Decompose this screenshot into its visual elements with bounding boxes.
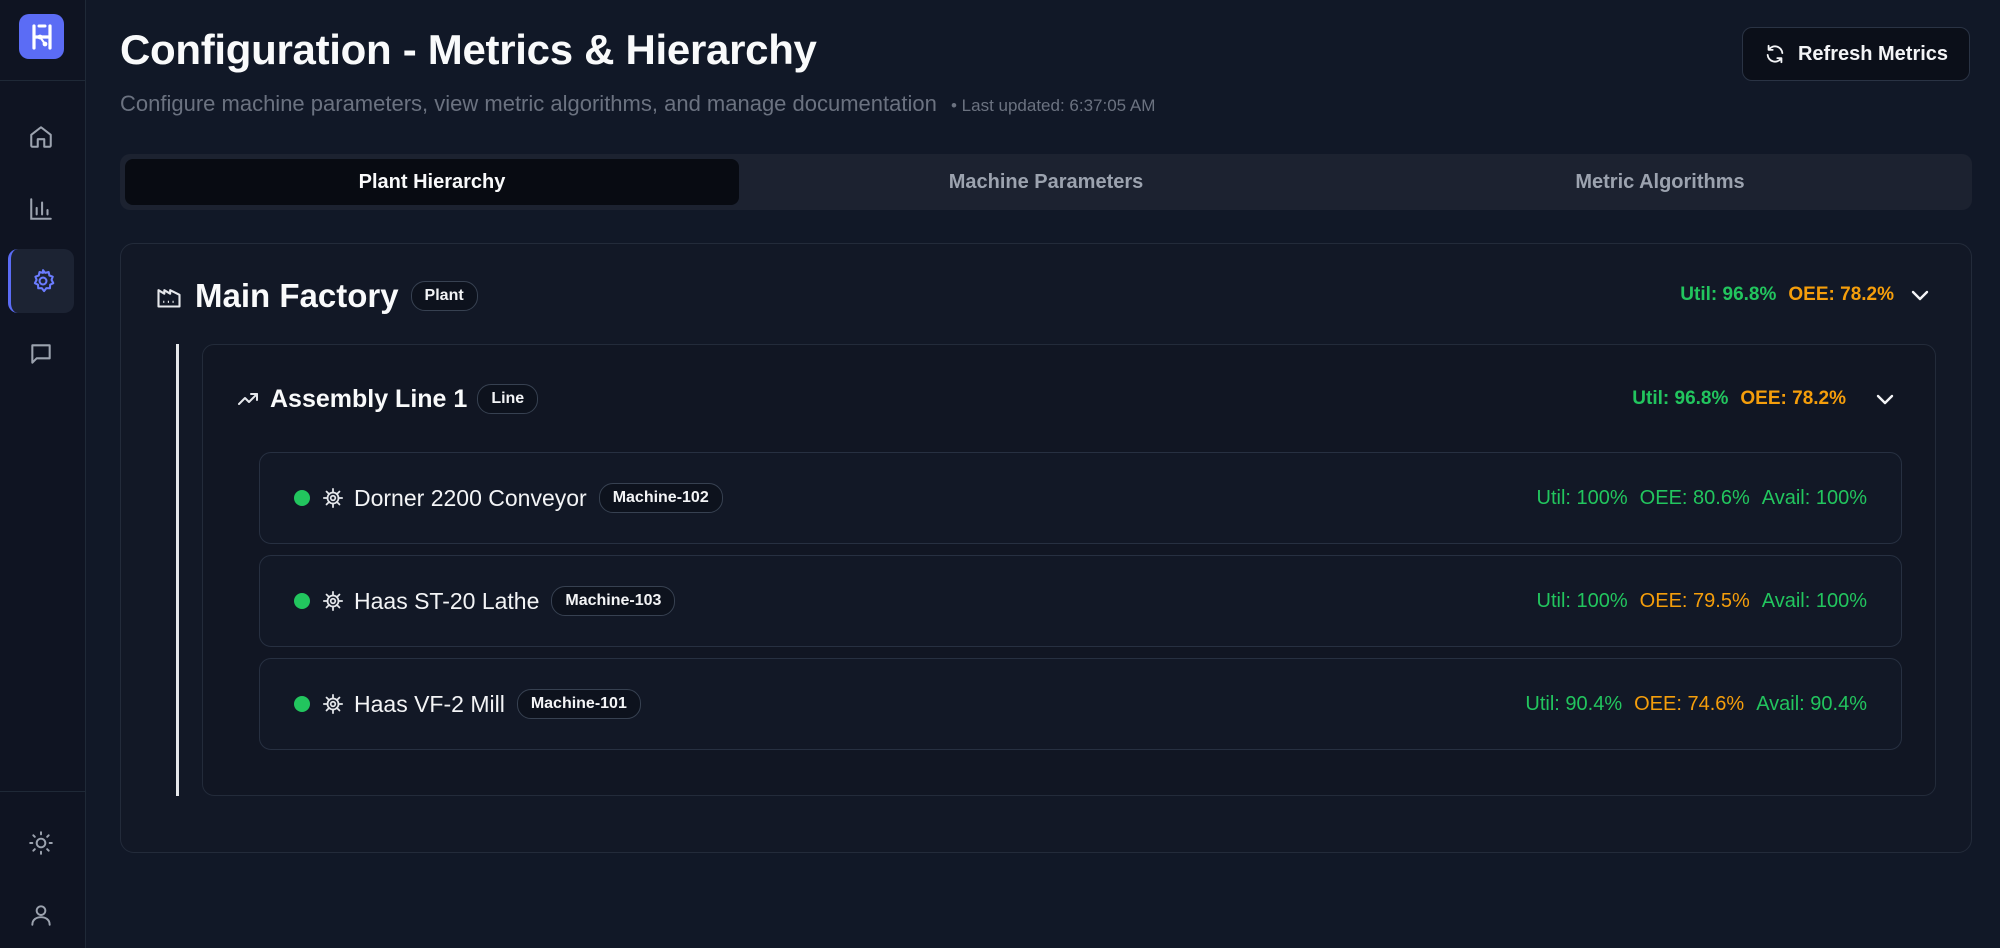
tab-plant-hierarchy[interactable]: Plant Hierarchy [125,159,739,205]
machine-id-badge: Machine-103 [551,586,676,616]
hierarchy-connector [176,344,179,796]
machine-name: Haas ST-20 Lathe [354,587,540,614]
machine-util: Util: 100% [1536,486,1628,509]
last-updated: • Last updated: 6:37:05 AM [950,96,1156,115]
sidebar-item-configuration[interactable] [8,249,74,313]
h-logo-icon [31,23,52,50]
chevron-down-icon[interactable] [1908,283,1932,307]
status-indicator [294,490,310,506]
gear-icon [33,269,54,293]
machine-name: Haas VF-2 Mill [354,690,505,717]
sidebar [0,0,86,948]
tab-bar: Plant Hierarchy Machine Parameters Metri… [120,154,1972,210]
line-metrics: Util: 96.8% OEE: 78.2% [1632,386,1846,412]
plant-metrics: Util: 96.8% OEE: 78.2% [1680,282,1894,308]
machine-oee: OEE: 74.6% [1634,692,1745,715]
machine-row[interactable]: Haas ST-20 Lathe Machine-103 Util: 100% … [259,555,1902,647]
cog-icon [322,590,344,612]
machine-id-badge: Machine-101 [516,689,641,719]
user-icon[interactable] [28,902,54,928]
line-oee: OEE: 78.2% [1740,388,1846,409]
machine-name: Dorner 2200 Conveyor [354,484,587,511]
machine-oee: OEE: 79.5% [1639,589,1750,612]
plant-oee: OEE: 78.2% [1788,284,1894,305]
sidebar-divider [0,791,86,792]
machine-util: Util: 90.4% [1525,692,1623,715]
cog-icon [322,693,344,715]
line-header[interactable]: Assembly Line 1 Line [236,382,539,416]
page-subtitle: Configure machine parameters, view metri… [120,91,1155,117]
home-icon [30,126,52,148]
plant-header[interactable]: Main Factory Plant [155,276,478,316]
message-icon [31,344,51,364]
machine-util: Util: 100% [1536,589,1628,612]
refresh-label: Refresh Metrics [1797,42,1949,65]
sidebar-item-analytics[interactable] [8,177,74,241]
factory-icon [157,289,181,308]
line-name: Assembly Line 1 [270,384,468,413]
status-indicator [294,696,310,712]
app-logo[interactable] [19,14,64,59]
page-title: Configuration - Metrics & Hierarchy [120,26,817,73]
machine-avail: Avail: 100% [1761,486,1867,509]
machine-row[interactable]: Dorner 2200 Conveyor Machine-102 Util: 1… [259,452,1902,544]
sidebar-item-home[interactable] [8,105,74,169]
refresh-metrics-button[interactable]: Refresh Metrics [1742,27,1970,81]
sidebar-item-chat[interactable] [8,322,74,386]
sidebar-divider [0,80,86,81]
line-util: Util: 96.8% [1632,388,1729,409]
line-badge: Line [477,384,539,414]
chevron-down-icon[interactable] [1873,387,1897,411]
trending-up-icon [238,393,258,405]
sun-icon[interactable] [28,830,54,856]
plant-util: Util: 96.8% [1680,284,1777,305]
plant-name: Main Factory [195,277,399,314]
bar-chart-icon [30,198,52,220]
refresh-icon [1766,44,1784,64]
tab-metric-algorithms[interactable]: Metric Algorithms [1353,159,1967,205]
machine-row[interactable]: Haas VF-2 Mill Machine-101 Util: 90.4% O… [259,658,1902,750]
subtitle-text: Configure machine parameters, view metri… [120,91,937,116]
machine-oee: OEE: 80.6% [1639,486,1750,509]
machine-id-badge: Machine-102 [598,483,723,513]
status-indicator [294,593,310,609]
tab-machine-parameters[interactable]: Machine Parameters [739,159,1353,205]
machine-avail: Avail: 100% [1761,589,1867,612]
cog-icon [322,487,344,509]
machine-avail: Avail: 90.4% [1756,692,1867,715]
plant-badge: Plant [410,281,478,311]
